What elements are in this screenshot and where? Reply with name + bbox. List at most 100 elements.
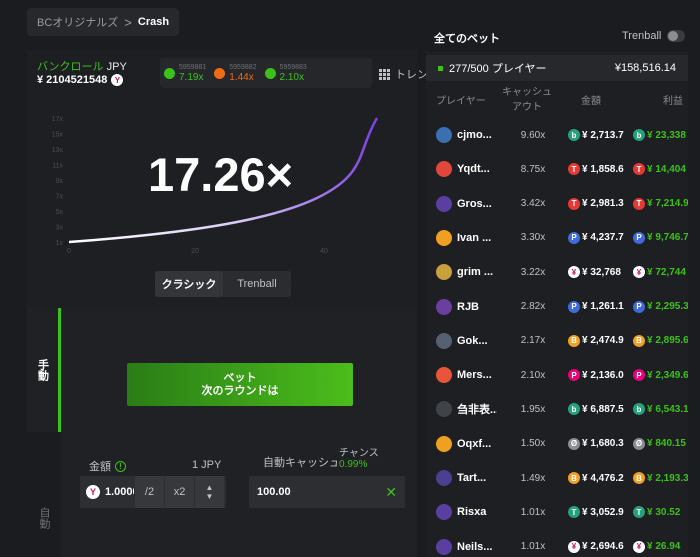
table-row[interactable]: RJB 2.82x P ¥ 1,261.1 P ¥ 2,295.3: [426, 290, 688, 324]
table-row[interactable]: Tart... 1.49x B ¥ 4,476.2 B ¥ 2,193.3: [426, 461, 688, 495]
close-icon[interactable]: ✕: [385, 484, 397, 501]
trenball-toggle-label: Trenball: [622, 30, 662, 42]
toggle-switch[interactable]: [667, 30, 686, 42]
currency-coin-icon: P: [633, 300, 645, 313]
info-icon[interactable]: !: [115, 460, 126, 472]
bet-amount: ¥ 2,981.3: [582, 198, 624, 210]
table-row[interactable]: Ivan ... 3.30x P ¥ 4,237.7 P ¥ 9,746.7: [426, 221, 688, 255]
auto-cashout-input[interactable]: 100.00: [257, 486, 291, 498]
chance-label: チャンス: [339, 448, 379, 459]
bet-button-sublabel: 次のラウンドは: [201, 384, 279, 397]
player-name[interactable]: 刍非表...: [457, 401, 497, 417]
player-name[interactable]: Gros...: [457, 198, 497, 210]
y-tick-label: 11x: [52, 163, 63, 170]
player-cashout: 3.30x: [520, 232, 546, 244]
breadcrumb-current: Crash: [137, 16, 170, 28]
avatar[interactable]: [436, 195, 452, 212]
bet-button[interactable]: ベット 次のラウンドは: [127, 363, 353, 406]
avatar[interactable]: [436, 504, 452, 521]
player-name[interactable]: Neils...: [457, 541, 497, 553]
avatar[interactable]: [436, 161, 452, 178]
history-item[interactable]: 5959882 1.44x: [214, 63, 257, 83]
avatar[interactable]: [436, 538, 452, 555]
y-tick-label: 13x: [52, 147, 64, 154]
bet-amount: ¥ 2,713.7: [582, 129, 624, 141]
table-row[interactable]: grim ... 3.22x ¥ ¥ 32,768 ¥ ¥ 72,744: [426, 255, 688, 289]
bet-profit: ¥ 2,193.3: [647, 472, 688, 484]
avatar[interactable]: [436, 401, 452, 418]
avatar[interactable]: [436, 367, 452, 384]
table-row[interactable]: Mers... 2.10x P ¥ 2,136.0 P ¥ 2,349.6: [426, 358, 688, 392]
player-cashout: 8.75x: [520, 163, 546, 175]
y-tick-label: 7x: [56, 194, 64, 201]
tab-classic[interactable]: クラシック: [155, 271, 223, 297]
avatar[interactable]: [436, 127, 452, 143]
avatar[interactable]: [436, 332, 452, 349]
currency-coin-icon: T: [633, 197, 645, 210]
table-row[interactable]: Risxa 1.01x T ¥ 3,052.9 T ¥ 30.52: [426, 495, 688, 529]
tab-manual[interactable]: 手動: [27, 308, 61, 432]
y-tick-label: 15x: [52, 132, 64, 139]
player-name[interactable]: RJB: [457, 301, 497, 313]
breadcrumb-root-link[interactable]: BCオリジナルズ: [37, 14, 118, 30]
trenball-toggle[interactable]: Trenball: [622, 30, 686, 42]
bankroll: バンクロール JPY ¥ 2104521548 Y: [37, 58, 147, 88]
table-row[interactable]: 刍非表... 1.95x b ¥ 6,887.5 b ¥ 6,543.1: [426, 392, 688, 426]
table-row[interactable]: Yqdt... 8.75x T ¥ 1,858.6 T ¥ 14,404: [426, 152, 688, 186]
player-name[interactable]: Yqdt...: [457, 163, 497, 175]
amount-label-text: 金額: [89, 461, 111, 473]
currency-coin-icon: P: [568, 369, 580, 382]
chevron-up-icon[interactable]: ▲: [206, 483, 214, 492]
player-name[interactable]: Mers...: [457, 369, 497, 381]
players-count: 277/500 プレイヤー: [449, 63, 547, 75]
bet-profit: ¥ 72,744: [647, 266, 686, 278]
player-name[interactable]: Tart...: [457, 472, 497, 484]
history-item[interactable]: 5959881 7.19x: [164, 63, 206, 83]
half-button[interactable]: /2: [134, 476, 164, 508]
player-cashout: 9.60x: [520, 129, 546, 141]
bet-profit: ¥ 2,349.6: [647, 369, 688, 381]
avatar[interactable]: [436, 229, 452, 246]
table-row[interactable]: Oqxf... 1.50x Ø ¥ 1,680.3 Ø ¥ 840.15: [426, 427, 688, 461]
tab-auto[interactable]: 自動: [27, 498, 61, 538]
chevron-right-icon: >: [124, 14, 132, 30]
avatar[interactable]: [436, 435, 452, 452]
bankroll-value: ¥ 2104521548: [37, 74, 108, 86]
x-tick-label: 20: [191, 248, 199, 255]
table-row[interactable]: Neils... 1.01x ¥ ¥ 2,694.6 ¥ ¥ 26.94: [426, 530, 688, 557]
player-cashout: 2.10x: [520, 369, 546, 381]
currency-coin-icon: P: [568, 300, 580, 313]
tab-trenball[interactable]: Trenball: [223, 271, 291, 297]
player-name[interactable]: Risxa: [457, 506, 497, 518]
player-name[interactable]: Gok...: [457, 335, 497, 347]
amount-field[interactable]: Y 1.0000 /2 x2 ▲ ▼: [80, 476, 226, 508]
avatar[interactable]: [436, 470, 452, 486]
y-tick-label: 9x: [56, 178, 64, 185]
player-name[interactable]: Ivan ...: [457, 232, 497, 244]
player-cashout: 2.82x: [520, 301, 546, 312]
table-row[interactable]: Gros... 3.42x T ¥ 2,981.3 T ¥ 7,214.9: [426, 187, 688, 221]
history-item[interactable]: 5959883 2.10x: [264, 63, 307, 83]
player-cashout: 1.01x: [520, 541, 546, 553]
x-tick-label: 0: [67, 248, 71, 255]
currency-coin-icon: T: [633, 506, 645, 519]
player-name[interactable]: Oqxf...: [457, 438, 497, 450]
double-button[interactable]: x2: [164, 476, 194, 508]
player-name[interactable]: cjmo...: [457, 129, 497, 141]
auto-cashout-field[interactable]: 100.00 ✕: [249, 476, 405, 508]
chevron-down-icon[interactable]: ▼: [206, 492, 214, 501]
bet-profit: ¥ 7,214.9: [647, 198, 688, 210]
amount-stepper[interactable]: ▲ ▼: [194, 476, 224, 508]
avatar[interactable]: [436, 264, 452, 281]
table-row[interactable]: Gok... 2.17x B ¥ 2,474.9 B ¥ 2,895.6: [426, 324, 688, 358]
chance-value: 0.99%: [339, 459, 368, 470]
amount-input[interactable]: 1.0000: [105, 486, 134, 498]
bankroll-currency: JPY: [106, 61, 127, 73]
avatar[interactable]: [436, 298, 452, 315]
bet-amount: ¥ 4,237.7: [582, 232, 624, 244]
player-name[interactable]: grim ...: [457, 266, 497, 278]
bet-profit: ¥ 6,543.1: [647, 403, 688, 415]
table-row[interactable]: cjmo... 9.60x b ¥ 2,713.7 b ¥ 23,338: [426, 118, 688, 152]
currency-coin-icon: P: [633, 231, 645, 244]
yen-coin-icon[interactable]: Y: [86, 485, 100, 499]
